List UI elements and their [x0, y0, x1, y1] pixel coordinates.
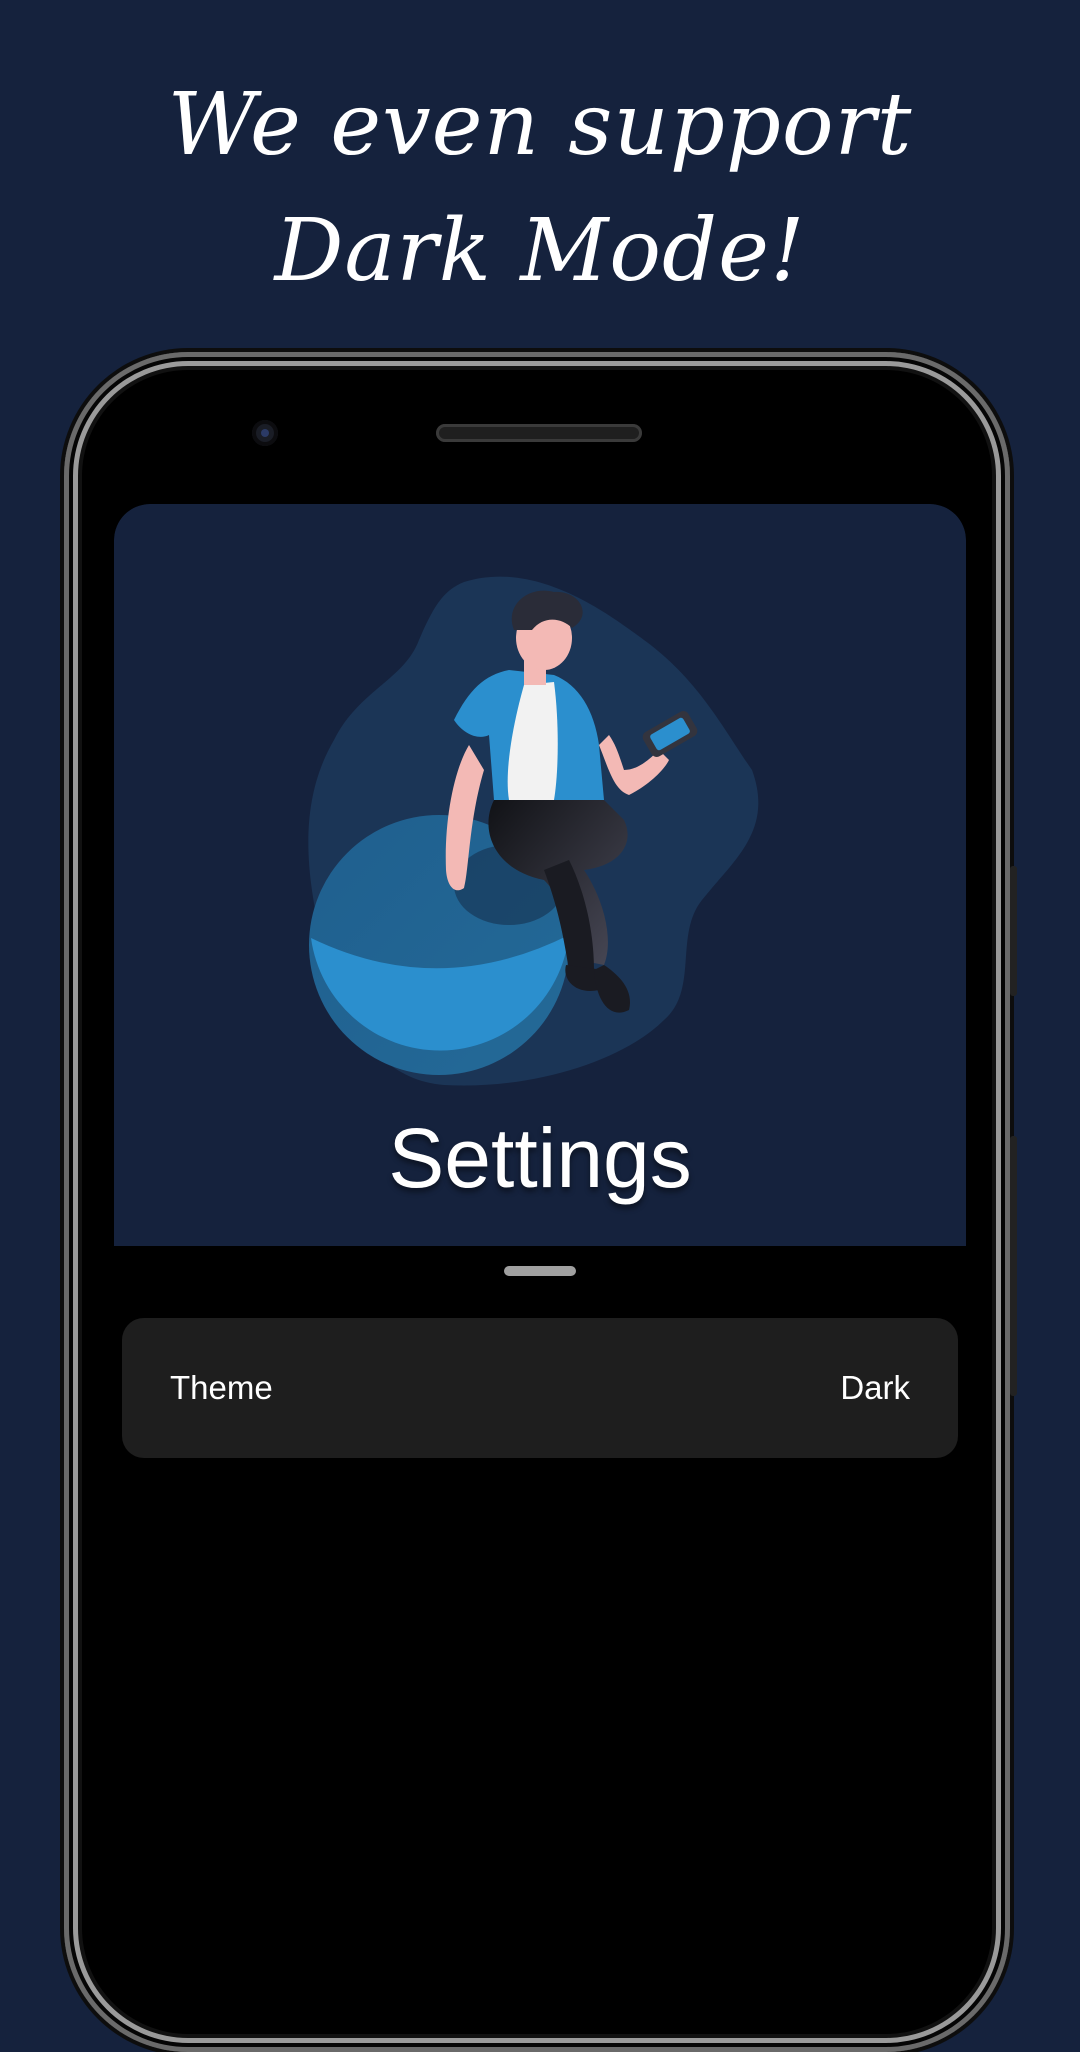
theme-setting-row[interactable]: Theme Dark [122, 1318, 958, 1458]
headline-line-2: Dark Mode! [274, 201, 806, 301]
bottom-sheet-drag-handle[interactable] [504, 1266, 576, 1276]
headline: We even support Dark Mode! [0, 62, 1080, 314]
headline-line-1: We even support [167, 75, 913, 175]
page-title: Settings [388, 1111, 692, 1205]
phone-screen: Settings Theme Dark [114, 504, 966, 1920]
phone-volume-button [1010, 1136, 1017, 1396]
person-on-ball-illustration-icon [308, 576, 759, 1086]
theme-setting-label: Theme [170, 1369, 273, 1406]
settings-hero: Settings [114, 504, 966, 1246]
front-camera-icon [252, 420, 278, 446]
phone-power-button [1010, 866, 1017, 996]
theme-setting-value: Dark [840, 1369, 910, 1406]
earpiece-speaker [436, 424, 642, 442]
